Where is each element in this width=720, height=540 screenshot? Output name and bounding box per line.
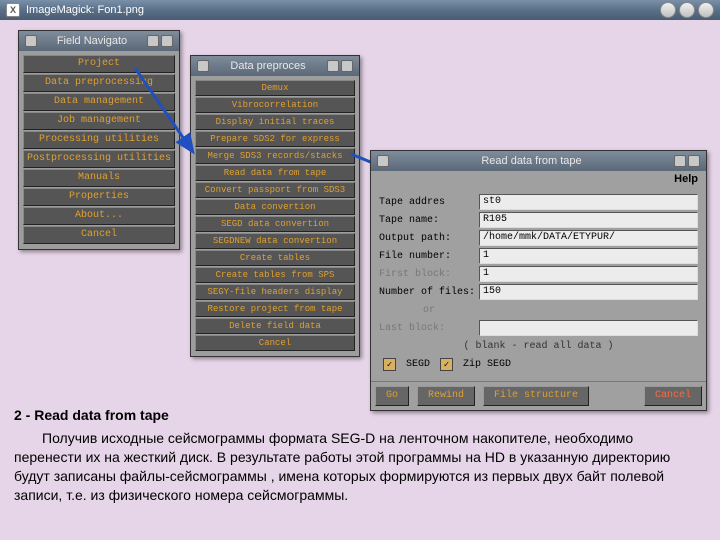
menu-item[interactable]: Create tables — [195, 250, 355, 266]
last-block-input[interactable] — [479, 320, 698, 336]
menu-item-processing-utilities[interactable]: Processing utilities — [23, 131, 175, 149]
maximize-icon[interactable] — [679, 2, 695, 18]
file-structure-button[interactable]: File structure — [483, 386, 589, 406]
menu-item-job-management[interactable]: Job management — [23, 112, 175, 130]
menu-item[interactable]: Convert passport from SDS3 — [195, 182, 355, 198]
panel-title: Data preproces — [191, 56, 359, 76]
panel-title: Read data from tape — [371, 151, 706, 171]
menu-item-cancel[interactable]: Cancel — [23, 226, 175, 244]
menu-item-data-preprocessing[interactable]: Data preprocessing — [23, 74, 175, 92]
menu-item[interactable]: Data convertion — [195, 199, 355, 215]
menu-item-cancel[interactable]: Cancel — [195, 335, 355, 351]
main-titlebar: X ImageMagick: Fon1.png — [0, 0, 720, 20]
menu-item[interactable]: SEGD data convertion — [195, 216, 355, 232]
menu-item-properties[interactable]: Properties — [23, 188, 175, 206]
panel-title: Field Navigato — [19, 31, 179, 51]
window-controls — [660, 2, 714, 18]
description-block: 2 - Read data from tape Получив исходные… — [0, 400, 720, 514]
description-body: Получив исходные сейсмограммы формата SE… — [14, 429, 702, 505]
last-block-label: Last block: — [379, 323, 479, 334]
minimize-icon[interactable] — [660, 2, 676, 18]
file-number-input[interactable]: 1 — [479, 248, 698, 264]
panel-btn-icon[interactable] — [341, 60, 353, 72]
panel-btn-icon[interactable] — [327, 60, 339, 72]
menu-item[interactable]: Delete field data — [195, 318, 355, 334]
hint-text: ( blank - read all data ) — [379, 337, 698, 354]
zip-segd-checkbox-label: Zip SEGD — [463, 359, 511, 370]
panel-btn-icon[interactable] — [161, 35, 173, 47]
menu-item[interactable]: Create tables from SPS — [195, 267, 355, 283]
panel-title-text: Read data from tape — [481, 155, 581, 167]
help-link[interactable]: Help — [371, 171, 706, 187]
menu-item[interactable]: Vibrocorrelation — [195, 97, 355, 113]
menu-icon[interactable] — [197, 60, 209, 72]
panel-btn-icon[interactable] — [674, 155, 686, 167]
number-of-files-input[interactable]: 150 — [479, 284, 698, 300]
rewind-button[interactable]: Rewind — [417, 386, 475, 406]
tape-name-input[interactable]: R105 — [479, 212, 698, 228]
output-path-input[interactable]: /home/mmk/DATA/ETYPUR/ — [479, 230, 698, 246]
app-icon: X — [6, 3, 20, 17]
panel-btn-icon[interactable] — [147, 35, 159, 47]
data-preprocess-panel: Data preproces Demux Vibrocorrelation Di… — [190, 55, 360, 357]
first-block-input[interactable]: 1 — [479, 266, 698, 282]
menu-item-read-data-from-tape[interactable]: Read data from tape — [195, 165, 355, 181]
panel-title-text: Field Navigato — [57, 35, 127, 47]
close-icon[interactable] — [698, 2, 714, 18]
menu-item-data-management[interactable]: Data management — [23, 93, 175, 111]
menu-item[interactable]: SEGDNEW data convertion — [195, 233, 355, 249]
first-block-label: First block: — [379, 269, 479, 280]
output-path-label: Output path: — [379, 233, 479, 244]
or-label: or — [379, 305, 479, 316]
menu-item-manuals[interactable]: Manuals — [23, 169, 175, 187]
menu-item[interactable]: Demux — [195, 80, 355, 96]
segd-checkbox[interactable]: ✓ — [383, 358, 396, 371]
menu-item[interactable]: Merge SDS3 records/stacks — [195, 148, 355, 164]
menu-item[interactable]: SEGY-file headers display — [195, 284, 355, 300]
number-of-files-label: Number of files: — [379, 287, 479, 298]
menu-item-about[interactable]: About... — [23, 207, 175, 225]
file-number-label: File number: — [379, 251, 479, 262]
field-navigator-panel: Field Navigato Project Data preprocessin… — [18, 30, 180, 250]
tape-address-input[interactable]: st0 — [479, 194, 698, 210]
panel-body: Demux Vibrocorrelation Display initial t… — [191, 76, 359, 356]
menu-item-project[interactable]: Project — [23, 55, 175, 73]
zip-segd-checkbox[interactable]: ✓ — [440, 358, 453, 371]
cancel-button[interactable]: Cancel — [644, 386, 702, 406]
segd-checkbox-label: SEGD — [406, 359, 430, 370]
menu-item-postprocessing-utilities[interactable]: Postprocessing utilities — [23, 150, 175, 168]
menu-item[interactable]: Restore project from tape — [195, 301, 355, 317]
panel-btn-icon[interactable] — [688, 155, 700, 167]
go-button[interactable]: Go — [375, 386, 409, 406]
panel-body: Project Data preprocessing Data manageme… — [19, 51, 179, 249]
main-title: ImageMagick: Fon1.png — [26, 4, 144, 16]
menu-icon[interactable] — [25, 35, 37, 47]
tape-name-label: Tape name: — [379, 215, 479, 226]
menu-icon[interactable] — [377, 155, 389, 167]
menu-item[interactable]: Display initial traces — [195, 114, 355, 130]
read-data-from-tape-panel: Read data from tape Help Tape addresst0 … — [370, 150, 707, 411]
menu-item[interactable]: Prepare SDS2 for express — [195, 131, 355, 147]
panel-title-text: Data preproces — [230, 60, 305, 72]
tape-address-label: Tape addres — [379, 197, 479, 208]
